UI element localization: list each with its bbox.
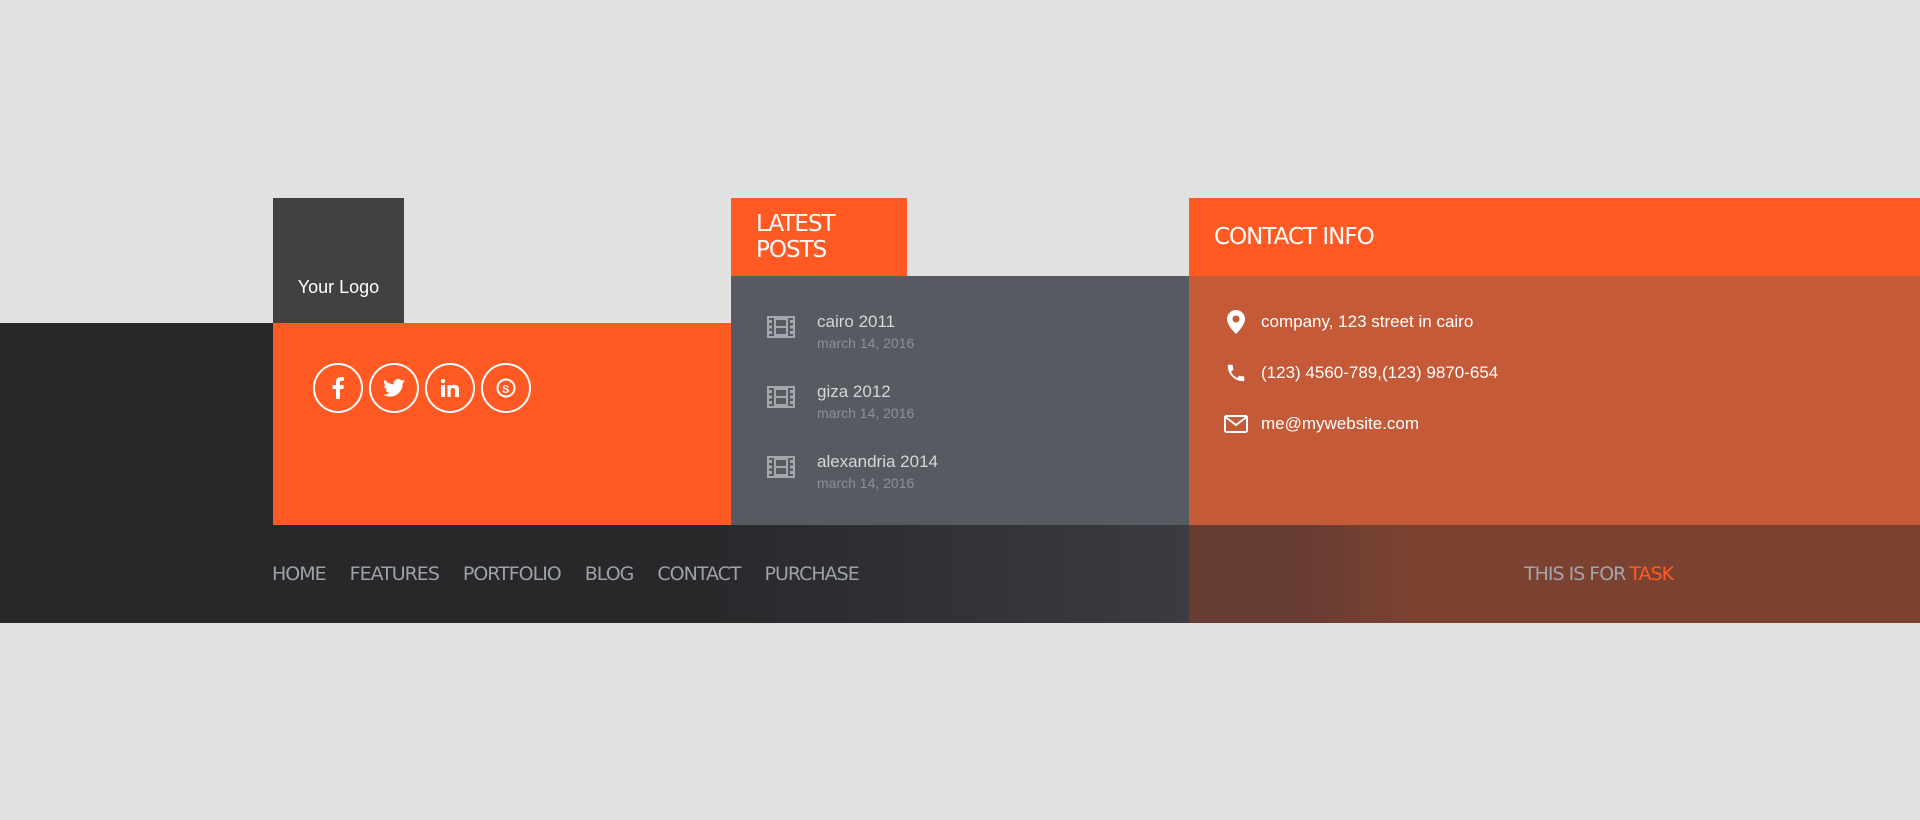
nav-home[interactable]: HOME bbox=[272, 563, 327, 585]
contact-info-title: CONTACT INFO bbox=[1214, 224, 1375, 250]
post-date: march 14, 2016 bbox=[817, 405, 915, 421]
contact-address-text: company, 123 street in cairo bbox=[1261, 312, 1474, 331]
post-item[interactable]: giza 2012 march 14, 2016 bbox=[767, 382, 914, 422]
logo-box[interactable]: Your Logo bbox=[273, 198, 404, 324]
credit-prefix: THIS IS FOR bbox=[1524, 563, 1626, 585]
footer-credit: THIS IS FOR TASK bbox=[1524, 525, 1674, 623]
post-text: alexandria 2014 march 14, 2016 bbox=[817, 452, 938, 492]
nav-blog[interactable]: BLOG bbox=[585, 563, 635, 585]
footer-nav: HOME FEATURES PORTFOLIO BLOG CONTACT PUR… bbox=[272, 525, 860, 623]
contact-address: company, 123 street in cairo bbox=[1221, 310, 1473, 334]
film-icon bbox=[767, 386, 795, 408]
latest-posts-title: LATEST POSTS bbox=[756, 211, 836, 263]
post-date: march 14, 2016 bbox=[817, 335, 915, 351]
twitter-icon[interactable] bbox=[369, 363, 419, 413]
facebook-icon[interactable] bbox=[313, 363, 363, 413]
contact-info-body: company, 123 street in cairo (123) 4560-… bbox=[1189, 276, 1920, 525]
skype-icon[interactable] bbox=[481, 363, 531, 413]
latest-posts-list: cairo 2011 march 14, 2016 giza 2012 marc… bbox=[731, 276, 1189, 525]
post-item[interactable]: alexandria 2014 march 14, 2016 bbox=[767, 452, 938, 492]
nav-features[interactable]: FEATURES bbox=[350, 563, 440, 585]
contact-email-text[interactable]: me@mywebsite.com bbox=[1261, 414, 1419, 434]
post-date: march 14, 2016 bbox=[817, 475, 915, 491]
post-title[interactable]: cairo 2011 bbox=[817, 312, 914, 332]
page: Your Logo LATEST POSTS cairo 2011 march bbox=[0, 0, 1920, 820]
nav-portfolio[interactable]: PORTFOLIO bbox=[463, 563, 562, 585]
credit-accent: TASK bbox=[1629, 563, 1674, 585]
envelope-icon bbox=[1221, 415, 1251, 433]
nav-contact[interactable]: CONTACT bbox=[657, 563, 741, 585]
contact-phone-text[interactable]: (123) 4560-789,(123) 9870-654 bbox=[1261, 363, 1498, 383]
post-text: giza 2012 march 14, 2016 bbox=[817, 382, 914, 422]
contact-phone: (123) 4560-789,(123) 9870-654 bbox=[1221, 362, 1498, 384]
nav-purchase[interactable]: PURCHASE bbox=[765, 563, 860, 585]
linkedin-icon[interactable] bbox=[425, 363, 475, 413]
logo-text: Your Logo bbox=[297, 277, 380, 297]
social-icons bbox=[313, 363, 531, 413]
latest-posts-header: LATEST POSTS bbox=[731, 198, 907, 276]
contact-info-header: CONTACT INFO bbox=[1189, 198, 1920, 276]
phone-icon bbox=[1221, 362, 1251, 384]
post-text: cairo 2011 march 14, 2016 bbox=[817, 312, 914, 352]
post-title[interactable]: alexandria 2014 bbox=[817, 452, 938, 472]
post-title[interactable]: giza 2012 bbox=[817, 382, 914, 402]
post-item[interactable]: cairo 2011 march 14, 2016 bbox=[767, 312, 914, 352]
contact-email: me@mywebsite.com bbox=[1221, 414, 1419, 434]
map-pin-icon bbox=[1221, 310, 1251, 334]
film-icon bbox=[767, 316, 795, 338]
film-icon bbox=[767, 456, 795, 478]
social-block bbox=[273, 323, 731, 525]
